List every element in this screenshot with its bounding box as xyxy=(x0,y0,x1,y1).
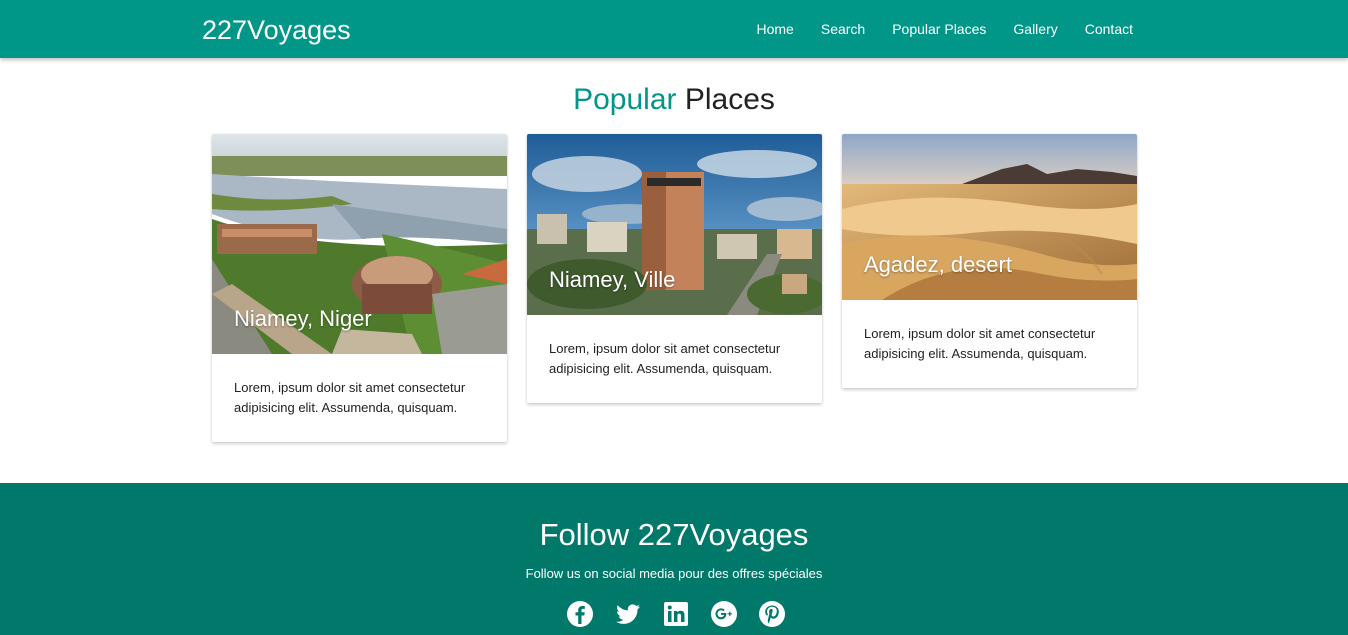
section-title-rest: Places xyxy=(684,83,775,116)
card-title: Agadez, desert xyxy=(864,252,1012,277)
facebook-icon[interactable] xyxy=(566,600,594,628)
brand-logo[interactable]: 227Voyages xyxy=(202,14,351,46)
card-title: Niamey, Niger xyxy=(234,306,372,331)
nav-link-home[interactable]: Home xyxy=(757,19,794,39)
footer: Follow 227Voyages Follow us on social me… xyxy=(0,483,1348,635)
section-title: Popular Places xyxy=(0,80,1348,120)
place-card-agadez-desert[interactable]: Agadez, desert Lorem, ipsum dolor sit am… xyxy=(842,134,1137,388)
card-text: Lorem, ipsum dolor sit amet consectetur … xyxy=(549,341,781,376)
card-title: Niamey, Ville xyxy=(549,267,676,292)
place-card-niamey-niger[interactable]: Niamey, Niger Lorem, ipsum dolor sit ame… xyxy=(212,134,507,442)
place-card-niamey-ville[interactable]: Niamey, Ville Lorem, ipsum dolor sit ame… xyxy=(527,134,822,403)
footer-title: Follow 227Voyages xyxy=(539,517,809,552)
nav-link-gallery[interactable]: Gallery xyxy=(1013,19,1057,39)
section-title-accent: Popular xyxy=(573,83,677,116)
pinterest-icon[interactable] xyxy=(758,600,786,628)
nav-link-search[interactable]: Search xyxy=(821,19,865,39)
card-image: Niamey, Niger xyxy=(212,134,507,354)
linkedin-icon[interactable] xyxy=(662,600,690,628)
card-text: Lorem, ipsum dolor sit amet consectetur … xyxy=(234,380,466,415)
nav-link-contact[interactable]: Contact xyxy=(1085,19,1133,39)
card-image: Agadez, desert xyxy=(842,134,1137,300)
card-text: Lorem, ipsum dolor sit amet consectetur … xyxy=(864,326,1096,361)
social-links xyxy=(566,600,786,628)
card-image: Niamey, Ville xyxy=(527,134,822,315)
nav-menu: Home Search Popular Places Gallery Conta… xyxy=(757,19,1134,39)
footer-subtitle: Follow us on social media pour des offre… xyxy=(525,566,823,581)
navbar: 227Voyages Home Search Popular Places Ga… xyxy=(0,0,1348,58)
twitter-icon[interactable] xyxy=(614,600,642,628)
nav-link-popular-places[interactable]: Popular Places xyxy=(892,19,986,39)
google-plus-icon[interactable] xyxy=(710,600,738,628)
